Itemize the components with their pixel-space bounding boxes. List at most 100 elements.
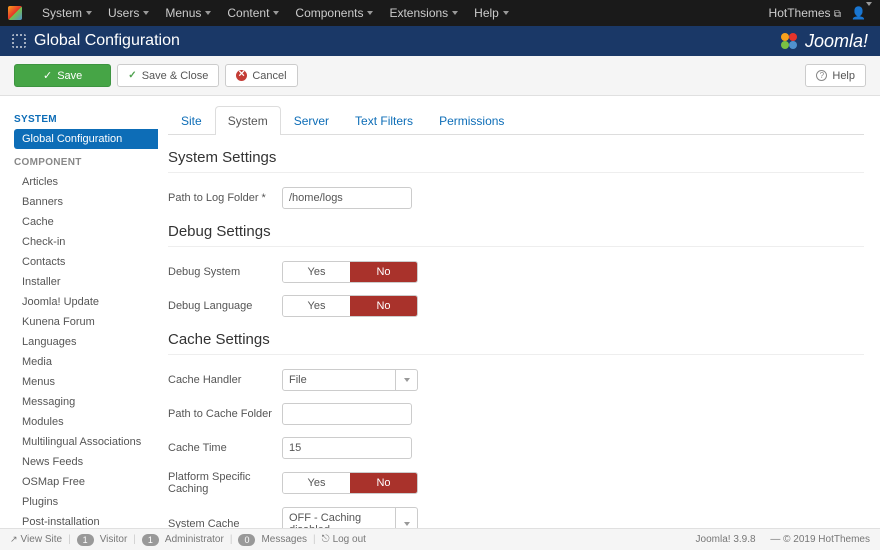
sidebar-item-plugins[interactable]: Plugins — [14, 492, 158, 512]
sidebar-heading-component: COMPONENT — [14, 157, 158, 168]
save-close-button[interactable]: ✓Save & Close — [117, 64, 219, 87]
platform-caching-label: Platform Specific Caching — [168, 471, 282, 495]
cancel-icon — [236, 70, 247, 81]
toolbar: ✓Save ✓Save & Close Cancel ?Help — [0, 56, 880, 96]
sidebar-item-messaging[interactable]: Messaging — [14, 392, 158, 412]
path-log-label: Path to Log Folder * — [168, 192, 282, 204]
external-link-icon: ⧉ — [834, 9, 841, 20]
copyright: — © 2019 HotThemes — [770, 534, 870, 545]
chevron-down-icon[interactable] — [396, 369, 418, 391]
sidebar: SYSTEM Global Configuration COMPONENT Ar… — [0, 96, 158, 535]
topnav-help[interactable]: Help — [466, 1, 517, 25]
path-log-input[interactable] — [282, 187, 412, 209]
main-content: SiteSystemServerText FiltersPermissions … — [158, 96, 880, 535]
field-debug-language: Debug Language Yes No — [168, 295, 864, 317]
platform-caching-toggle[interactable]: Yes No — [282, 472, 418, 494]
sidebar-item-media[interactable]: Media — [14, 352, 158, 372]
chevron-down-icon — [367, 11, 373, 15]
sidebar-item-joomla-update[interactable]: Joomla! Update — [14, 292, 158, 312]
messages-count: 0 — [238, 534, 255, 546]
debug-language-no[interactable]: No — [350, 296, 417, 316]
config-tabs: SiteSystemServerText FiltersPermissions — [168, 106, 864, 135]
admins-count: 1 — [142, 534, 159, 546]
page-header: Global Configuration Joomla! — [0, 26, 880, 56]
debug-language-label: Debug Language — [168, 300, 282, 312]
sidebar-item-osmap-free[interactable]: OSMap Free — [14, 472, 158, 492]
topnav-users[interactable]: Users — [100, 1, 157, 25]
check-icon: ✓ — [128, 70, 136, 81]
platform-caching-no[interactable]: No — [350, 473, 417, 493]
debug-system-toggle[interactable]: Yes No — [282, 261, 418, 283]
tab-text-filters[interactable]: Text Filters — [342, 106, 426, 135]
field-cache-time: Cache Time — [168, 437, 864, 459]
sidebar-item-menus[interactable]: Menus — [14, 372, 158, 392]
topnav-components[interactable]: Components — [287, 1, 381, 25]
tab-system[interactable]: System — [215, 106, 281, 135]
sidebar-item-kunena-forum[interactable]: Kunena Forum — [14, 312, 158, 332]
cache-path-label: Path to Cache Folder — [168, 408, 282, 420]
cache-handler-select[interactable]: File — [282, 369, 418, 391]
sidebar-item-contacts[interactable]: Contacts — [14, 252, 158, 272]
topnav-content[interactable]: Content — [219, 1, 287, 25]
debug-language-toggle[interactable]: Yes No — [282, 295, 418, 317]
field-cache-handler: Cache Handler File — [168, 369, 864, 391]
apply-icon: ✓ — [43, 69, 52, 82]
page-title: Global Configuration — [34, 32, 180, 50]
cache-handler-label: Cache Handler — [168, 374, 282, 386]
field-path-log: Path to Log Folder * — [168, 187, 864, 209]
visitors-count: 1 — [77, 534, 94, 546]
debug-language-yes[interactable]: Yes — [283, 296, 350, 316]
chevron-down-icon — [143, 11, 149, 15]
view-site-link[interactable]: View Site — [10, 534, 62, 545]
joomla-icon — [8, 6, 22, 20]
field-cache-path: Path to Cache Folder — [168, 403, 864, 425]
joomla-brand: Joomla! — [779, 31, 868, 52]
top-nav: SystemUsersMenusContentComponentsExtensi… — [0, 0, 880, 26]
debug-system-yes[interactable]: Yes — [283, 262, 350, 282]
chevron-down-icon — [86, 11, 92, 15]
help-button[interactable]: ?Help — [805, 64, 866, 87]
sidebar-heading-system: SYSTEM — [14, 114, 158, 125]
section-cache-settings: Cache Settings — [168, 331, 864, 348]
user-menu[interactable]: 👤 — [851, 6, 872, 20]
sidebar-item-cache[interactable]: Cache — [14, 212, 158, 232]
sidebar-item-multilingual-associations[interactable]: Multilingual Associations — [14, 432, 158, 452]
sidebar-item-news-feeds[interactable]: News Feeds — [14, 452, 158, 472]
help-icon: ? — [816, 70, 827, 81]
joomla-version: Joomla! 3.9.8 — [696, 534, 756, 545]
debug-system-label: Debug System — [168, 266, 282, 278]
platform-caching-yes[interactable]: Yes — [283, 473, 350, 493]
sidebar-item-articles[interactable]: Articles — [14, 172, 158, 192]
chevron-down-icon — [205, 11, 211, 15]
sidebar-item-modules[interactable]: Modules — [14, 412, 158, 432]
config-icon — [12, 34, 26, 48]
chevron-down-icon — [503, 11, 509, 15]
top-menu: SystemUsersMenusContentComponentsExtensi… — [34, 1, 769, 25]
save-button[interactable]: ✓Save — [14, 64, 111, 87]
topnav-menus[interactable]: Menus — [157, 1, 219, 25]
cache-time-input[interactable] — [282, 437, 412, 459]
sidebar-item-banners[interactable]: Banners — [14, 192, 158, 212]
cancel-button[interactable]: Cancel — [225, 64, 297, 87]
cache-path-input[interactable] — [282, 403, 412, 425]
tab-site[interactable]: Site — [168, 106, 215, 135]
joomla-logo-icon — [779, 31, 799, 51]
chevron-down-icon — [273, 11, 279, 15]
status-bar: View Site | 1 Visitor | 1 Administrator … — [0, 528, 880, 550]
chevron-down-icon — [452, 11, 458, 15]
logout-link[interactable]: Log out — [322, 534, 366, 545]
sidebar-item-check-in[interactable]: Check-in — [14, 232, 158, 252]
sidebar-item-languages[interactable]: Languages — [14, 332, 158, 352]
field-debug-system: Debug System Yes No — [168, 261, 864, 283]
site-link[interactable]: HotThemes ⧉ — [769, 6, 842, 20]
topnav-system[interactable]: System — [34, 1, 100, 25]
section-debug-settings: Debug Settings — [168, 223, 864, 240]
cache-time-label: Cache Time — [168, 442, 282, 454]
sidebar-item-global-configuration[interactable]: Global Configuration — [14, 129, 158, 149]
sidebar-item-installer[interactable]: Installer — [14, 272, 158, 292]
debug-system-no[interactable]: No — [350, 262, 417, 282]
tab-server[interactable]: Server — [281, 106, 342, 135]
tab-permissions[interactable]: Permissions — [426, 106, 517, 135]
top-right: HotThemes ⧉ 👤 — [769, 6, 872, 20]
topnav-extensions[interactable]: Extensions — [381, 1, 466, 25]
